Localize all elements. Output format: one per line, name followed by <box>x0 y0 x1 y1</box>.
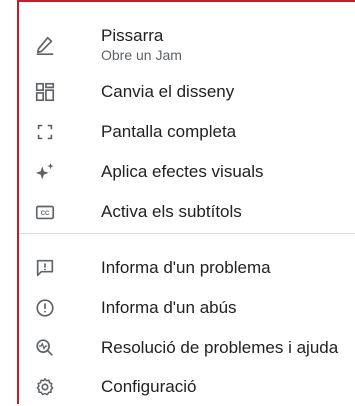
fullscreen-icon <box>33 120 57 144</box>
svg-text:CC: CC <box>41 211 50 217</box>
menu-item-troubleshooting-help[interactable]: Resolució de problemes i ajuda <box>19 328 355 368</box>
menu-item-report-abuse[interactable]: Informa d'un abús <box>19 288 355 328</box>
menu-item-sublabel: Obre un Jam <box>101 47 182 63</box>
menu-item-label: Pissarra <box>101 26 164 45</box>
layout-icon <box>33 80 57 104</box>
pen-icon <box>33 33 57 57</box>
sparkle-icon <box>33 160 57 184</box>
menu-item-label: Pantalla completa <box>101 122 237 141</box>
report-problem-icon <box>33 256 57 280</box>
menu-divider <box>19 233 355 234</box>
menu-item-whiteboard[interactable]: Pissarra Obre un Jam <box>19 16 355 70</box>
menu-item-label: Configuració <box>101 377 197 396</box>
menu-item-settings[interactable]: Configuració <box>19 368 355 406</box>
menu-frame: Pissarra Obre un Jam Canvia el disseny P… <box>17 0 355 404</box>
menu-item-visual-effects[interactable]: Aplica efectes visuals <box>19 152 355 192</box>
menu-item-label: Aplica efectes visuals <box>101 162 264 181</box>
menu-item-fullscreen[interactable]: Pantalla completa <box>19 112 355 152</box>
menu-item-report-problem[interactable]: Informa d'un problema <box>19 248 355 288</box>
troubleshoot-icon <box>33 336 57 360</box>
settings-gear-icon <box>33 375 57 399</box>
menu-item-label: Canvia el disseny <box>101 82 235 101</box>
menu-item-label: Informa d'un abús <box>101 298 237 317</box>
menu-item-label: Resolució de problemes i ajuda <box>101 338 339 357</box>
menu-item-captions[interactable]: CC Activa els subtítols <box>19 192 355 232</box>
menu-item-label: Activa els subtítols <box>101 202 242 221</box>
closed-captions-icon: CC <box>33 200 57 224</box>
menu-item-change-layout[interactable]: Canvia el disseny <box>19 72 355 112</box>
report-abuse-icon <box>33 296 57 320</box>
menu-item-label: Informa d'un problema <box>101 258 271 277</box>
